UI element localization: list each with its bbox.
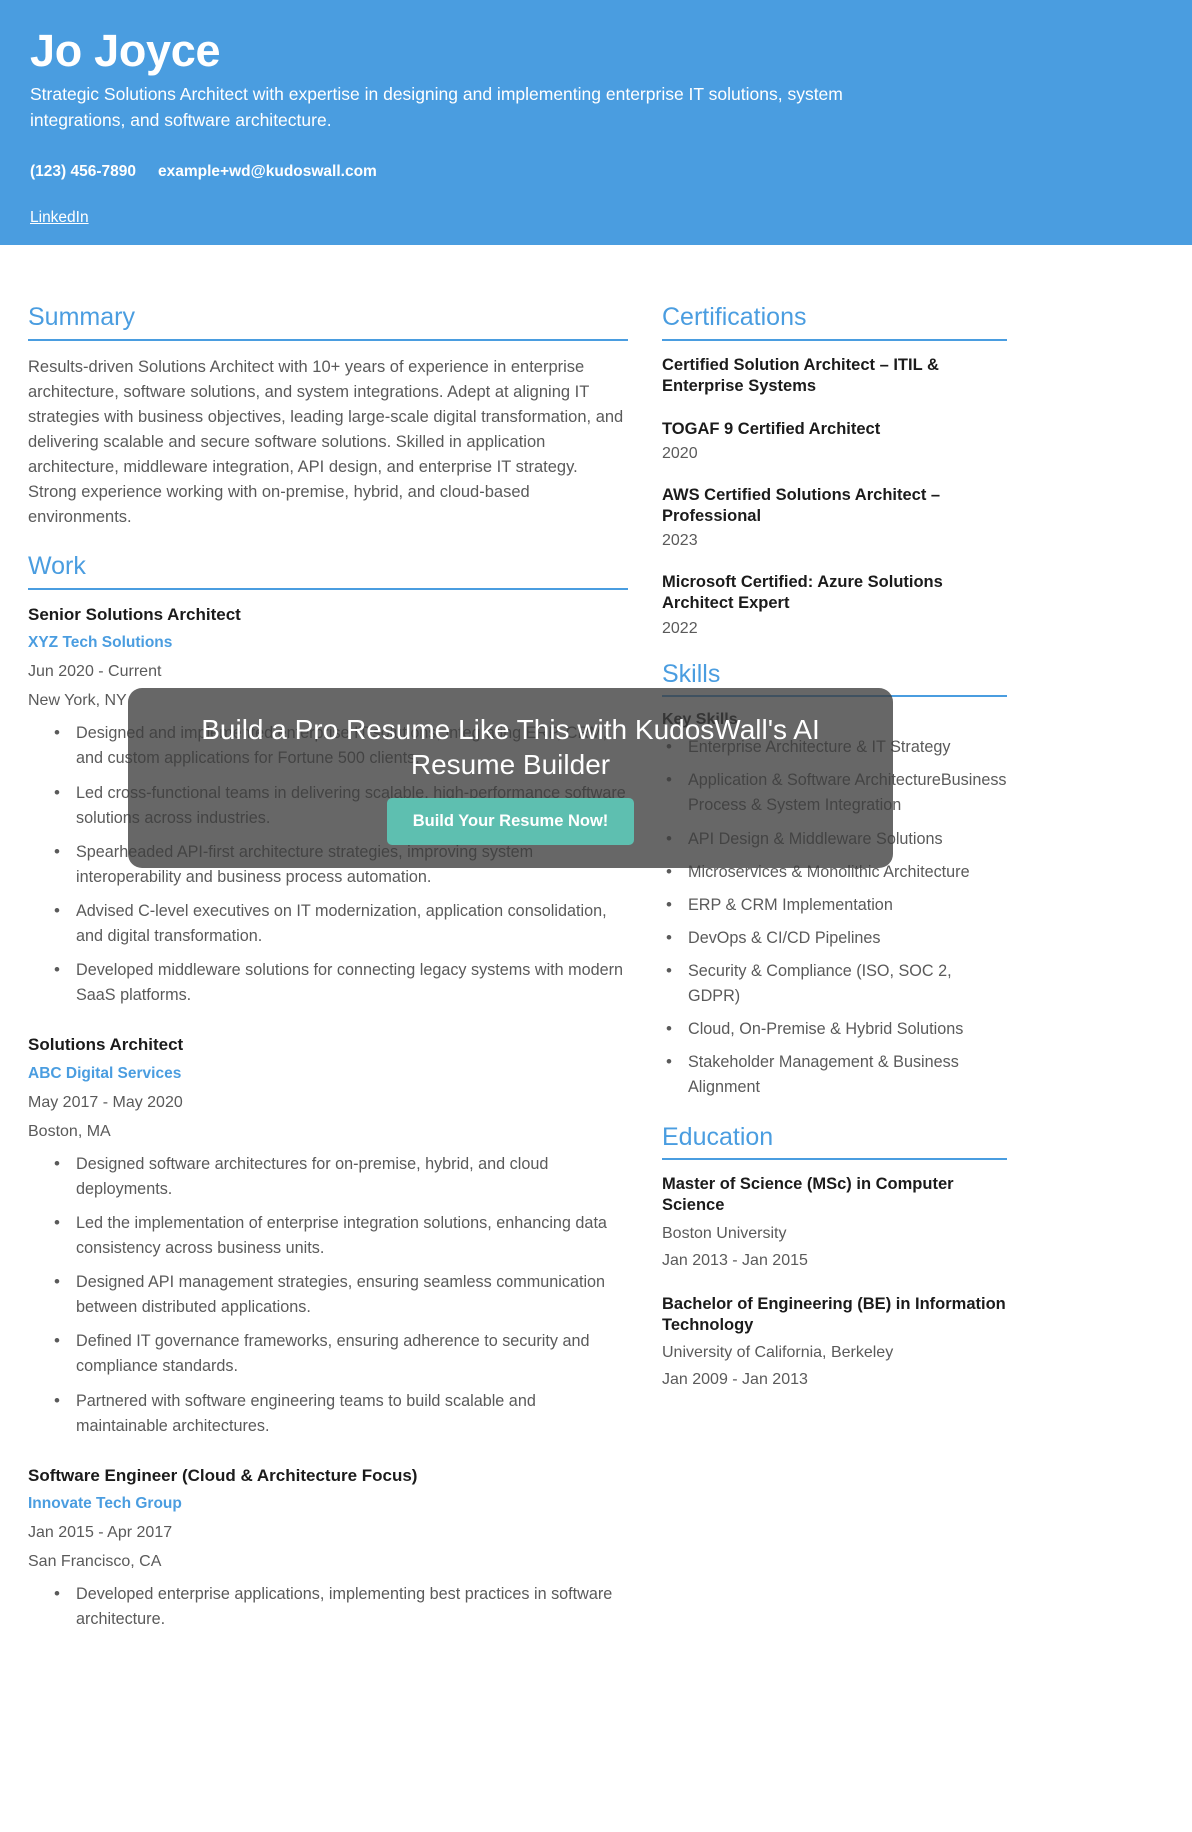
skill-item: Cloud, On-Premise & Hybrid Solutions (662, 1016, 1007, 1042)
skill-item: Stakeholder Management & Business Alignm… (662, 1049, 1007, 1100)
job-bullet-list: Designed software architectures for on-p… (28, 1151, 628, 1439)
section-title-skills: Skills (662, 659, 721, 688)
linkedin-link[interactable]: LinkedIn (30, 209, 89, 226)
summary-text: Results-driven Solutions Architect with … (28, 357, 624, 527)
skill-item: DevOps & CI/CD Pipelines (662, 925, 1007, 951)
section-title-certifications: Certifications (662, 303, 807, 331)
resume-header-banner: Jo Joyce Strategic Solutions Architect w… (0, 0, 1192, 245)
job-bullet: Led the implementation of enterprise int… (54, 1210, 628, 1261)
education-degree: Master of Science (MSc) in Computer Scie… (662, 1175, 954, 1215)
job-location: Boston, MA (28, 1122, 111, 1140)
resume-body: Summary Results-driven Solutions Archite… (0, 245, 1192, 1698)
job-dates: Jun 2020 - Current (28, 663, 162, 681)
certification-name: Certified Solution Architect – ITIL & En… (662, 355, 939, 395)
section-education: Education Master of Science (MSc) in Com… (662, 1123, 1007, 1389)
skill-item: Security & Compliance (ISO, SOC 2, GDPR) (662, 958, 1007, 1009)
education-dates: Jan 2013 - Jan 2015 (662, 1251, 808, 1269)
certification-entry: TOGAF 9 Certified Architect 2020 (662, 419, 1007, 463)
job-bullet: Partnered with software engineering team… (54, 1388, 628, 1439)
job-company: Innovate Tech Group (28, 1494, 182, 1512)
job-title: Software Engineer (Cloud & Architecture … (28, 1465, 418, 1485)
header-links: LinkedIn (30, 209, 1162, 227)
promo-heading: Build a Pro Resume Like This with KudosW… (201, 713, 820, 780)
job-company: XYZ Tech Solutions (28, 634, 173, 652)
job-title: Senior Solutions Architect (28, 605, 241, 625)
certification-entry: Certified Solution Architect – ITIL & En… (662, 355, 1007, 397)
section-title-education: Education (662, 1122, 774, 1151)
section-divider (662, 338, 1007, 341)
job-bullet: Developed middleware solutions for conne… (54, 957, 628, 1008)
certification-year: 2023 (662, 532, 698, 550)
education-school: Boston University (662, 1224, 787, 1242)
build-resume-button[interactable]: Build Your Resume Now! (386, 797, 635, 845)
page-title: Jo Joyce (30, 25, 221, 76)
certification-year: 2020 (662, 445, 698, 463)
work-entry: Software Engineer (Cloud & Architecture … (28, 1465, 628, 1632)
certification-name: TOGAF 9 Certified Architect (662, 419, 881, 438)
section-certifications: Certifications Certified Solution Archit… (662, 303, 1007, 638)
email-address: example+wd@kudoswall.com (158, 163, 377, 181)
job-bullet: Designed software architectures for on-p… (54, 1151, 628, 1202)
job-company: ABC Digital Services (28, 1064, 182, 1082)
job-title: Solutions Architect (28, 1035, 184, 1055)
skill-item: ERP & CRM Implementation (662, 892, 1007, 918)
section-summary: Summary Results-driven Solutions Archite… (28, 303, 628, 530)
job-bullet-list: Developed enterprise applications, imple… (28, 1581, 628, 1632)
job-dates: Jan 2015 - Apr 2017 (28, 1523, 173, 1541)
certification-year: 2022 (662, 619, 698, 637)
education-school: University of California, Berkeley (662, 1343, 894, 1361)
section-title-summary: Summary (28, 303, 135, 331)
job-dates: May 2017 - May 2020 (28, 1093, 183, 1111)
section-divider (28, 588, 628, 591)
section-title-work: Work (28, 552, 86, 581)
promo-overlay: Build a Pro Resume Like This with KudosW… (128, 688, 893, 868)
certification-entry: Microsoft Certified: Azure Solutions Arc… (662, 572, 1007, 637)
education-degree: Bachelor of Engineering (BE) in Informat… (662, 1294, 1006, 1334)
education-dates: Jan 2009 - Jan 2013 (662, 1370, 808, 1388)
left-column: Summary Results-driven Solutions Archite… (28, 303, 628, 1658)
section-divider (28, 338, 628, 341)
header-contact-row: (123) 456-7890 example+wd@kudoswall.com (30, 163, 1162, 181)
job-location: San Francisco, CA (28, 1552, 162, 1570)
education-entry: Bachelor of Engineering (BE) in Informat… (662, 1294, 1007, 1389)
job-bullet: Developed enterprise applications, imple… (54, 1581, 628, 1632)
phone-number: (123) 456-7890 (30, 163, 136, 181)
certification-entry: AWS Certified Solutions Architect – Prof… (662, 485, 1007, 550)
work-entry: Solutions Architect ABC Digital Services… (28, 1034, 628, 1438)
job-bullet: Defined IT governance frameworks, ensuri… (54, 1328, 628, 1379)
job-bullet: Advised C-level executives on IT moderni… (54, 898, 628, 949)
job-bullet: Designed API management strategies, ensu… (54, 1269, 628, 1320)
certification-name: Microsoft Certified: Azure Solutions Arc… (662, 573, 943, 613)
education-entry: Master of Science (MSc) in Computer Scie… (662, 1174, 1007, 1269)
certification-name: AWS Certified Solutions Architect – Prof… (662, 486, 941, 526)
header-tagline: Strategic Solutions Architect with exper… (30, 84, 843, 130)
section-divider (662, 1158, 1007, 1161)
